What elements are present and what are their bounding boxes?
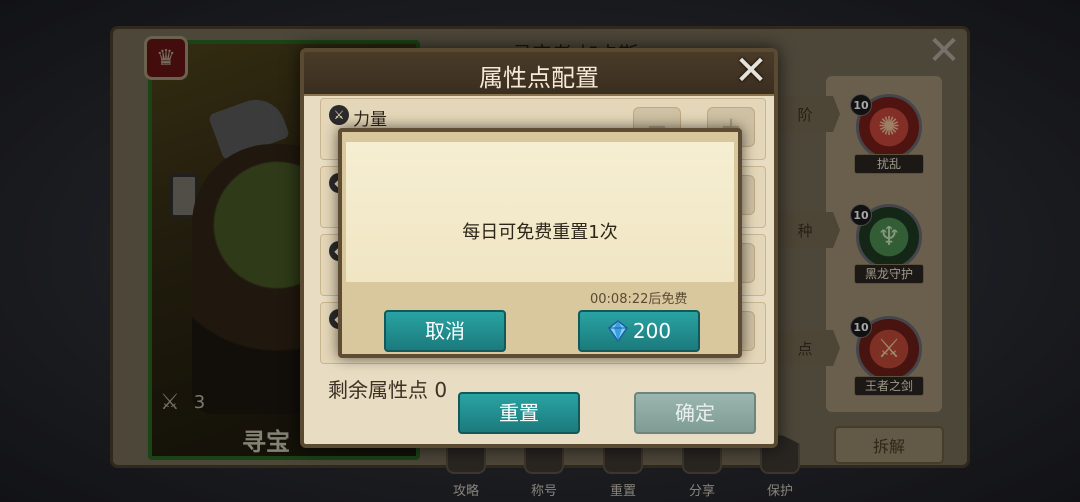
dialog-title: 属性点配置 (479, 64, 599, 92)
attribute-name: 力量 (353, 110, 387, 130)
cancel-button[interactable]: 取消 (384, 310, 506, 352)
remaining-points: 剩余属性点 0 (328, 378, 448, 402)
strength-icon: ⚔ (329, 105, 349, 125)
reset-button[interactable]: 重置 (458, 392, 580, 434)
reset-confirm-popup: 每日可免费重置1次 00:08:22后免费 取消 200 (338, 128, 742, 358)
pay-diamond-button[interactable]: 200 (578, 310, 700, 352)
popup-message: 每日可免费重置1次 (462, 222, 618, 243)
dialog-header: 属性点配置 ✕ (304, 50, 774, 96)
free-reset-timer: 00:08:22后免费 (590, 292, 688, 307)
close-icon[interactable]: ✕ (730, 50, 772, 92)
popup-message-area: 每日可免费重置1次 (346, 142, 734, 282)
confirm-button[interactable]: 确定 (634, 392, 756, 434)
pay-amount: 200 (632, 319, 672, 343)
diamond-icon (607, 320, 629, 343)
